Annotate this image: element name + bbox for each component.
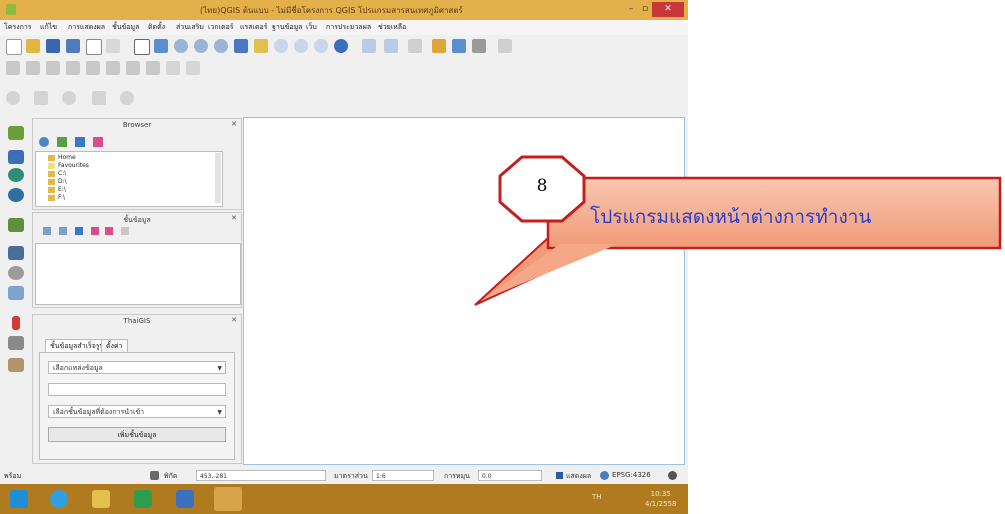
step-number: 8 — [536, 176, 548, 196]
callout-label: โปรแกรมแสดงหน้าต่างการทำงาน — [590, 206, 872, 228]
callout-arrow-overlay — [482, 244, 618, 300]
callout-overlay — [474, 155, 1002, 306]
